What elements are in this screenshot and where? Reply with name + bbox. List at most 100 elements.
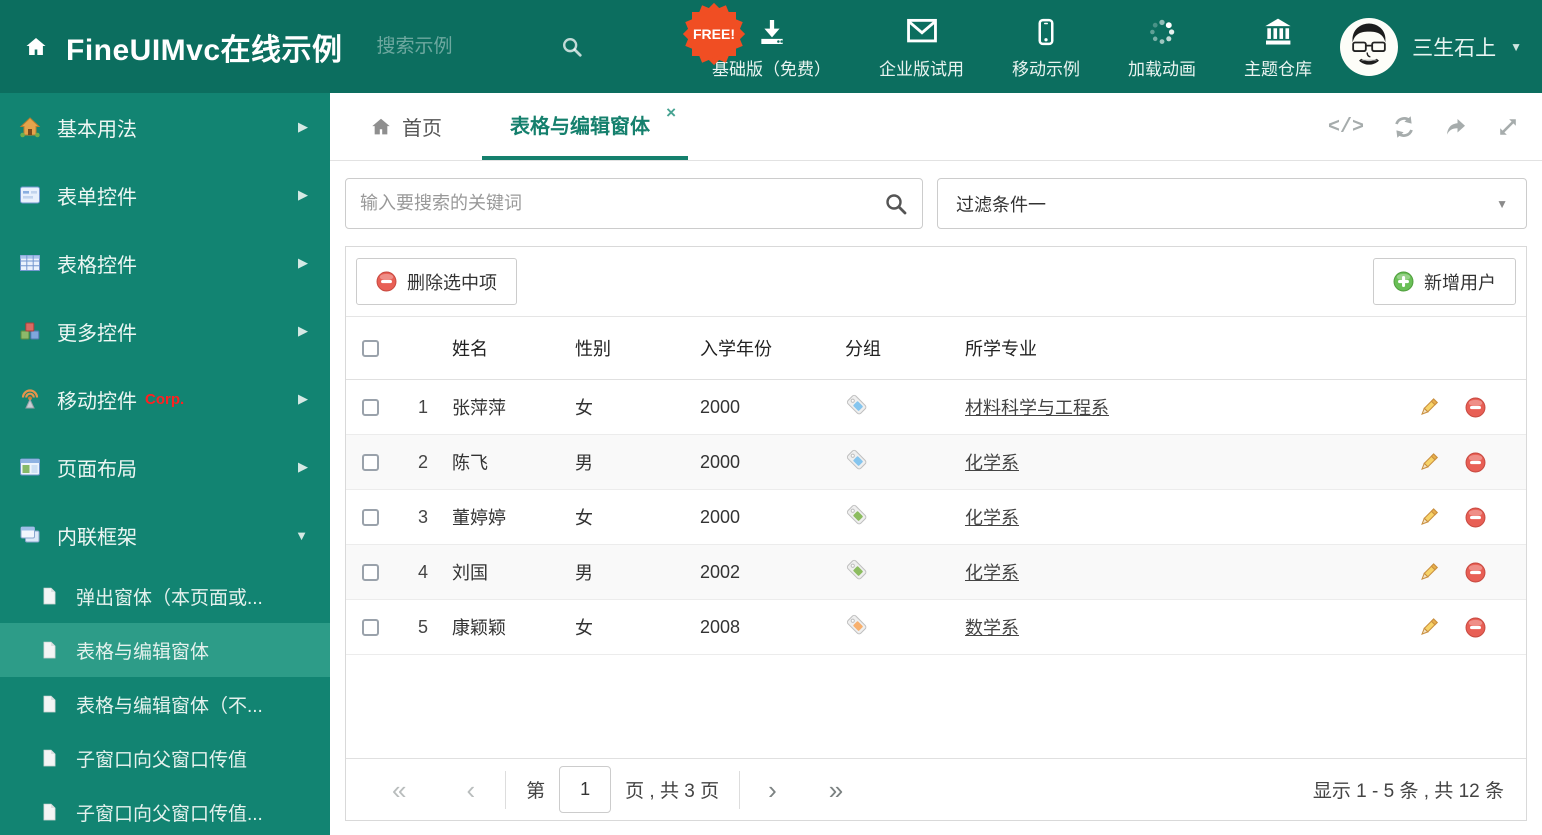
row-checkbox[interactable]	[361, 563, 379, 581]
edit-icon[interactable]	[1418, 507, 1439, 528]
column-header-gender: 性别	[575, 339, 611, 359]
refresh-icon[interactable]	[1392, 115, 1416, 139]
tab-strip: 首页 表格与编辑窗体 × </>	[330, 93, 1542, 161]
cell-gender: 女	[575, 398, 593, 418]
sidebar-subitem-label: 子窗口向父窗口传值...	[76, 803, 263, 825]
grid-toolbar: 删除选中项 新增用户	[346, 247, 1526, 316]
filter-dropdown[interactable]: 过滤条件一 ▼	[937, 178, 1527, 229]
sidebar-item-form-controls[interactable]: 表单控件 ▶	[0, 161, 330, 229]
row-index: 2	[417, 451, 428, 472]
page-number-input[interactable]	[559, 766, 612, 813]
tab-grid-edit-window[interactable]: 表格与编辑窗体 ×	[482, 93, 688, 160]
file-icon	[43, 587, 56, 605]
row-index: 4	[417, 561, 428, 582]
row-checkbox[interactable]	[361, 398, 379, 416]
page-last-button[interactable]: »	[829, 777, 843, 803]
row-checkbox[interactable]	[361, 453, 379, 471]
envelope-icon	[904, 14, 940, 48]
row-index: 1	[417, 396, 428, 417]
user-menu[interactable]: 三生石上 ▼	[1340, 0, 1522, 93]
search-icon[interactable]	[561, 36, 583, 58]
row-checkbox[interactable]	[361, 618, 379, 636]
avatar	[1340, 17, 1399, 76]
add-user-label: 新增用户	[1424, 272, 1496, 293]
add-user-button[interactable]: 新增用户	[1373, 258, 1516, 305]
share-icon[interactable]	[1444, 115, 1468, 139]
edit-icon[interactable]	[1418, 397, 1439, 418]
global-search-input[interactable]	[376, 35, 527, 58]
page-prev-button[interactable]: ‹	[466, 777, 475, 803]
corp-badge: Corp.	[145, 390, 185, 408]
edit-icon[interactable]	[1418, 452, 1439, 473]
top-header: FineUIMvc在线示例 FREE! 基础版（免费） 企业版试用	[0, 0, 1542, 93]
sidebar-item-grid-controls[interactable]: 表格控件 ▶	[0, 229, 330, 297]
keyword-search-input[interactable]	[360, 193, 884, 214]
nav-label: 主题仓库	[1244, 59, 1312, 79]
sidebar-item-label: 表单控件	[57, 186, 137, 209]
page-prefix: 第	[526, 781, 546, 802]
major-link[interactable]: 数学系	[965, 618, 1019, 638]
house-icon	[19, 117, 41, 138]
close-icon[interactable]: ×	[666, 104, 676, 121]
keyword-search-box	[345, 178, 923, 229]
sidebar-item-label: 基本用法	[57, 118, 137, 141]
chevron-down-icon: ▼	[295, 527, 308, 543]
data-grid: 姓名 性别 入学年份 分组 所学专业 1 张萍萍 女 2000 材料科学与工程系…	[346, 316, 1526, 655]
delete-icon[interactable]	[1465, 397, 1486, 418]
delete-icon[interactable]	[1465, 452, 1486, 473]
sidebar-subitem-child-to-parent[interactable]: 子窗口向父窗口传值	[0, 731, 330, 785]
chevron-right-icon: ▶	[298, 459, 308, 474]
major-link[interactable]: 材料科学与工程系	[965, 398, 1109, 418]
edit-icon[interactable]	[1418, 562, 1439, 583]
pagination-bar: « ‹ 第 页 , 共 3 页 › » 显示 1 - 5 条 , 共 12 条	[346, 758, 1526, 820]
sidebar-item-basic-usage[interactable]: 基本用法 ▶	[0, 93, 330, 161]
expand-icon[interactable]	[1496, 115, 1520, 139]
cell-year: 2000	[700, 396, 741, 417]
sidebar-item-more-controls[interactable]: 更多控件 ▶	[0, 297, 330, 365]
free-badge-label: FREE!	[693, 26, 735, 42]
grid-panel: 删除选中项 新增用户 姓名 性别 入学年份 分组 所学专业 1 张萍萍 女 20…	[345, 246, 1527, 821]
major-link[interactable]: 化学系	[965, 508, 1019, 528]
row-index: 3	[417, 506, 428, 527]
divider	[739, 770, 741, 809]
view-source-icon[interactable]: </>	[1328, 116, 1364, 139]
search-icon[interactable]	[884, 192, 908, 216]
form-icon	[20, 186, 40, 204]
brand-link[interactable]: FineUIMvc在线示例	[24, 25, 343, 69]
delete-icon[interactable]	[1465, 507, 1486, 528]
table-icon	[20, 255, 40, 271]
nav-item-theme-store[interactable]: 主题仓库	[1244, 14, 1312, 80]
sidebar-subitem-popup-window[interactable]: 弹出窗体（本页面或...	[0, 569, 330, 623]
frames-icon	[20, 526, 40, 543]
sidebar-subitem-child-to-parent-2[interactable]: 子窗口向父窗口传值...	[0, 785, 330, 835]
cell-group	[845, 558, 965, 587]
sidebar-item-label: 表格控件	[57, 254, 137, 277]
select-all-checkbox[interactable]	[361, 339, 379, 357]
nav-item-enterprise-trial[interactable]: 企业版试用	[879, 14, 964, 80]
minus-circle-icon	[376, 271, 397, 292]
sidebar-item-label: 内联框架	[57, 526, 137, 549]
sidebar-subitem-grid-edit-window[interactable]: 表格与编辑窗体	[0, 623, 330, 677]
nav-item-loading-animation[interactable]: 加载动画	[1128, 14, 1196, 80]
major-link[interactable]: 化学系	[965, 563, 1019, 583]
sidebar-item-mobile-controls[interactable]: 移动控件 Corp. ▶	[0, 365, 330, 433]
delete-icon[interactable]	[1465, 562, 1486, 583]
grid-empty-area	[346, 655, 1526, 758]
tab-home[interactable]: 首页	[346, 93, 466, 160]
page-first-button[interactable]: «	[392, 777, 406, 803]
nav-item-mobile-demo[interactable]: 移动示例	[1012, 14, 1080, 80]
major-link[interactable]: 化学系	[965, 453, 1019, 473]
cell-group	[845, 503, 965, 532]
sidebar-item-label: 更多控件	[57, 322, 137, 345]
sidebar-item-page-layout[interactable]: 页面布局 ▶	[0, 433, 330, 501]
row-checkbox[interactable]	[361, 508, 379, 526]
delete-icon[interactable]	[1465, 617, 1486, 638]
nav-label: 企业版试用	[879, 59, 964, 79]
page-next-button[interactable]: ›	[768, 777, 777, 803]
tag-icon	[846, 559, 867, 579]
edit-icon[interactable]	[1418, 617, 1439, 638]
sidebar-subitem-grid-edit-window-2[interactable]: 表格与编辑窗体（不...	[0, 677, 330, 731]
sidebar-item-inline-frame[interactable]: 内联框架 ▼	[0, 501, 330, 569]
cell-name: 张萍萍	[452, 398, 506, 418]
delete-selected-button[interactable]: 删除选中项	[356, 258, 517, 305]
